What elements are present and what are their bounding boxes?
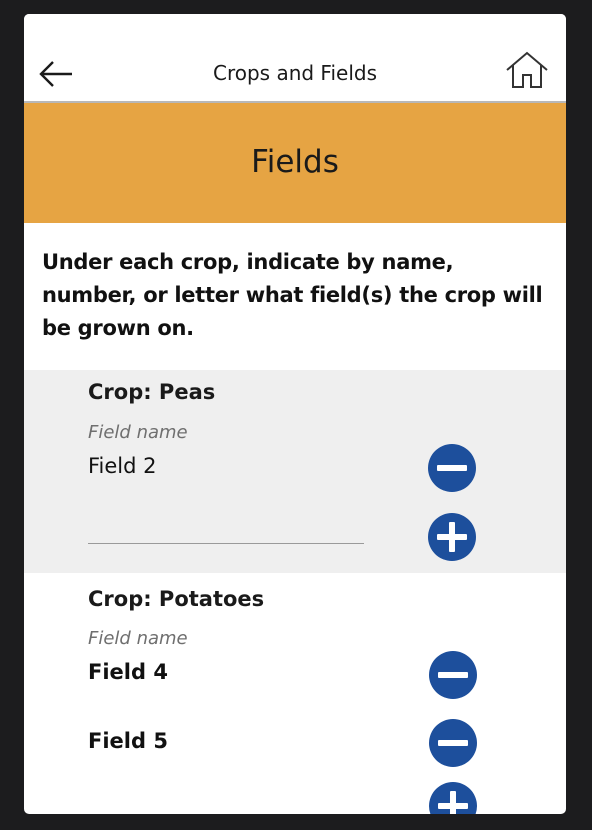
nav-title: Crops and Fields (212, 61, 378, 85)
instructions-text: Under each crop, indicate by name, numbe… (42, 250, 543, 340)
minus-icon (438, 672, 468, 678)
field-value-potatoes-1: Field 4 (88, 660, 168, 684)
minus-icon (438, 740, 468, 746)
crop-title-peas: Crop: Peas (88, 380, 216, 404)
crop-title-potatoes: Crop: Potatoes (88, 587, 265, 611)
field-name-label: Field name (88, 628, 188, 649)
add-field-button[interactable] (428, 513, 476, 561)
remove-field-button[interactable] (429, 719, 477, 767)
minus-icon (437, 465, 467, 471)
remove-field-button[interactable] (429, 651, 477, 699)
new-field-input-peas[interactable] (88, 517, 364, 544)
nav-bar: Crops and Fields (24, 14, 566, 103)
page-title: Fields (251, 144, 339, 180)
plus-icon-vertical (449, 522, 455, 552)
field-value-potatoes-2: Field 5 (88, 729, 168, 753)
add-field-button[interactable] (429, 782, 477, 814)
home-button[interactable] (504, 50, 550, 90)
home-icon (506, 51, 548, 88)
plus-icon-vertical (450, 791, 456, 814)
field-value-peas-1: Field 2 (88, 454, 157, 478)
app-screen: Crops and Fields Fields Under each crop,… (24, 14, 566, 814)
remove-field-button[interactable] (428, 444, 476, 492)
field-name-label: Field name (88, 422, 188, 443)
